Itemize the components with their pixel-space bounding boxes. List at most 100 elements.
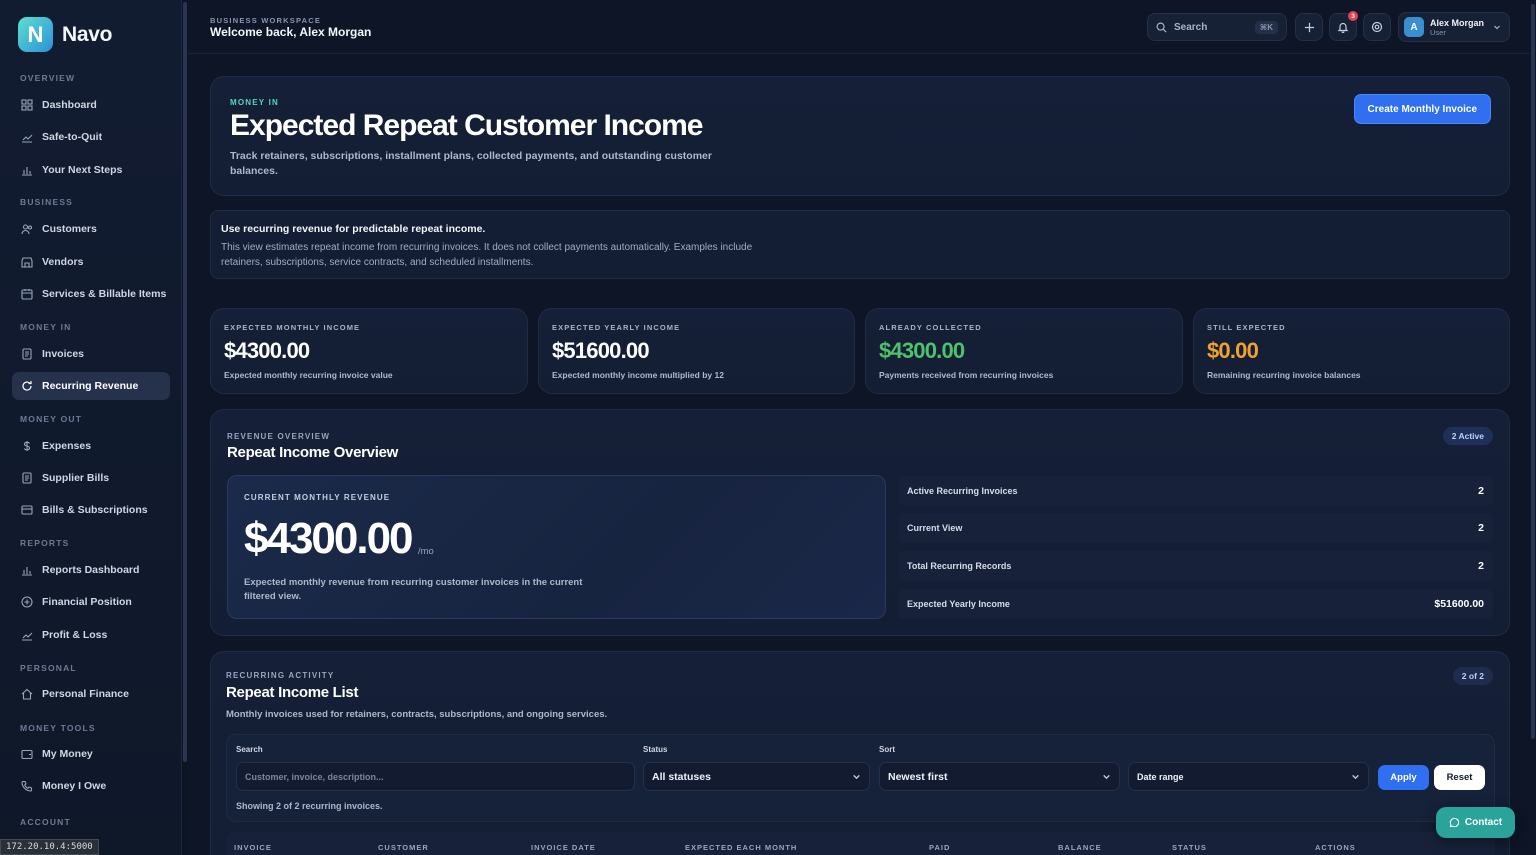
recurring-icon	[22, 381, 32, 391]
bell-icon	[1337, 22, 1349, 33]
nav-section-business: BUSINESS	[20, 197, 74, 207]
metric-value: 2	[1478, 560, 1484, 572]
sidebar-item-money-i-owe[interactable]: Money I Owe	[12, 772, 170, 800]
user-role: User	[1430, 27, 1446, 37]
sidebar-item-customers[interactable]: Customers	[12, 215, 170, 243]
status-select[interactable]: All statuses	[643, 762, 870, 791]
sidebar-item-my-money[interactable]: My Money	[12, 740, 170, 768]
brand[interactable]: N Navo	[18, 17, 112, 52]
sidebar-item-supplier-bills[interactable]: Supplier Bills	[12, 464, 170, 492]
sidebar-item-next-steps[interactable]: Your Next Steps	[12, 156, 170, 184]
current-revenue-panel: CURRENT MONTHLY REVENUE $4300.00 /mo Exp…	[227, 475, 886, 619]
sort-select-value: Newest first	[888, 770, 948, 783]
create-monthly-invoice-button[interactable]: Create Monthly Invoice	[1353, 94, 1491, 124]
settings-button[interactable]	[1363, 13, 1391, 41]
date-range-select[interactable]: Date range	[1128, 762, 1369, 791]
store-icon	[21, 257, 33, 268]
column-header: INVOICE	[234, 843, 272, 852]
plus-icon	[1304, 22, 1314, 32]
global-search[interactable]: Search ⌘K	[1147, 13, 1287, 41]
notification-badge: 3	[1348, 11, 1358, 21]
current-revenue-label: CURRENT MONTHLY REVENUE	[244, 493, 391, 502]
nav-section-money-in: MONEY IN	[20, 322, 72, 332]
chevron-down-icon	[853, 774, 860, 780]
search-shortcut: ⌘K	[1254, 20, 1278, 34]
overview-title: Repeat Income Overview	[227, 444, 398, 461]
stat-value: $4300.00	[879, 338, 965, 363]
metric-value: 2	[1478, 485, 1484, 497]
user-info: Alex Morgan User	[1430, 18, 1484, 37]
stat-label: EXPECTED MONTHLY INCOME	[224, 323, 361, 332]
stat-card-yearly: EXPECTED YEARLY INCOME $51600.00 Expecte…	[538, 308, 855, 394]
overview-eyebrow: REVENUE OVERVIEW	[227, 432, 331, 441]
metric-label: Current View	[907, 523, 963, 533]
sort-select[interactable]: Newest first	[879, 762, 1120, 791]
welcome-title: Welcome back, Alex Morgan	[210, 25, 372, 39]
trend-icon	[22, 134, 33, 143]
current-revenue-description: Expected monthly revenue from recurring …	[244, 577, 583, 602]
sidebar-item-expenses[interactable]: Expenses	[12, 432, 170, 460]
stat-sub: Expected monthly income multiplied by 12	[552, 370, 724, 380]
sidebar-item-safe-to-quit[interactable]: Safe-to-Quit	[12, 123, 170, 151]
active-badge: 2 Active	[1442, 427, 1493, 445]
sidebar-item-personal-finance[interactable]: Personal Finance	[12, 680, 170, 708]
sidebar-item-label: Services & Billable Items	[42, 288, 167, 300]
main-scrollbar[interactable]	[1530, 0, 1536, 855]
avatar: A	[1404, 17, 1424, 37]
hero-eyebrow: MONEY IN	[230, 98, 280, 107]
status-select-value: All statuses	[652, 770, 711, 783]
sidebar: N Navo OVERVIEW Dashboard Safe-to-Quit Y…	[0, 0, 182, 855]
stat-card-collected: ALREADY COLLECTED $4300.00 Payments rece…	[865, 308, 1183, 394]
sidebar-item-reports-dashboard[interactable]: Reports Dashboard	[12, 556, 170, 584]
stat-card-monthly: EXPECTED MONTHLY INCOME $4300.00 Expecte…	[210, 308, 528, 394]
sidebar-item-invoices[interactable]: Invoices	[12, 340, 170, 368]
column-header: INVOICE DATE	[531, 843, 596, 852]
sidebar-item-services[interactable]: Services & Billable Items	[12, 280, 170, 308]
sidebar-item-bills-subscriptions[interactable]: Bills & Subscriptions	[12, 496, 170, 524]
metric-label: Active Recurring Invoices	[907, 486, 1018, 496]
date-range-value: Date range	[1137, 771, 1184, 782]
search-input[interactable]: Customer, invoice, description...	[236, 762, 635, 791]
bar-chart-icon	[22, 567, 32, 576]
apply-button[interactable]: Apply	[1378, 765, 1429, 790]
stat-value: $4300.00	[224, 338, 310, 363]
sidebar-item-recurring-revenue[interactable]: Recurring Revenue	[12, 372, 170, 400]
nav-section-account: ACCOUNT	[20, 817, 71, 827]
column-header: STATUS	[1172, 843, 1207, 852]
search-filter-label: Search	[236, 745, 263, 754]
users-icon	[21, 224, 33, 235]
sidebar-item-label: Profit & Loss	[42, 629, 108, 641]
chat-icon	[1449, 817, 1460, 828]
list-description: Monthly invoices used for retainers, con…	[226, 709, 608, 720]
sidebar-item-label: Supplier Bills	[42, 472, 110, 484]
sidebar-scrollbar[interactable]	[182, 0, 188, 855]
sidebar-item-vendors[interactable]: Vendors	[12, 248, 170, 276]
nav-section-personal: PERSONAL	[20, 663, 77, 673]
add-button[interactable]	[1295, 13, 1323, 41]
current-revenue-value: $4300.00	[244, 514, 414, 563]
sidebar-item-financial-position[interactable]: Financial Position	[12, 588, 170, 616]
metric-value: 2	[1478, 522, 1484, 534]
metric-label: Expected Yearly Income	[907, 599, 1010, 609]
user-menu[interactable]: A Alex Morgan User	[1398, 12, 1510, 42]
column-header: EXPECTED EACH MONTH	[685, 843, 798, 852]
contact-button[interactable]: Contact	[1436, 807, 1515, 838]
status-filter-label: Status	[643, 745, 668, 754]
sidebar-item-profit-loss[interactable]: Profit & Loss	[12, 621, 170, 649]
repeat-income-list-card: RECURRING ACTIVITY Repeat Income List 2 …	[210, 651, 1510, 855]
stat-sub: Expected monthly recurring invoice value	[224, 370, 393, 380]
contact-label: Contact	[1464, 817, 1503, 828]
revenue-overview-card: REVENUE OVERVIEW Repeat Income Overview …	[210, 409, 1510, 636]
page-title: Expected Repeat Customer Income	[230, 109, 703, 142]
status-url: 172.20.10.4:5000	[0, 839, 99, 855]
sidebar-item-label: Personal Finance	[42, 688, 129, 700]
notifications-button[interactable]: 3	[1329, 11, 1358, 41]
sort-filter-label: Sort	[879, 745, 895, 754]
reset-button[interactable]: Reset	[1434, 765, 1485, 790]
metric-label: Total Recurring Records	[907, 561, 1012, 571]
info-title: Use recurring revenue for predictable re…	[221, 223, 486, 235]
stat-card-still-expected: STILL EXPECTED $0.00 Remaining recurring…	[1193, 308, 1510, 394]
brand-name: Navo	[62, 22, 113, 46]
sidebar-item-label: Your Next Steps	[42, 164, 123, 176]
sidebar-item-dashboard[interactable]: Dashboard	[12, 91, 170, 119]
